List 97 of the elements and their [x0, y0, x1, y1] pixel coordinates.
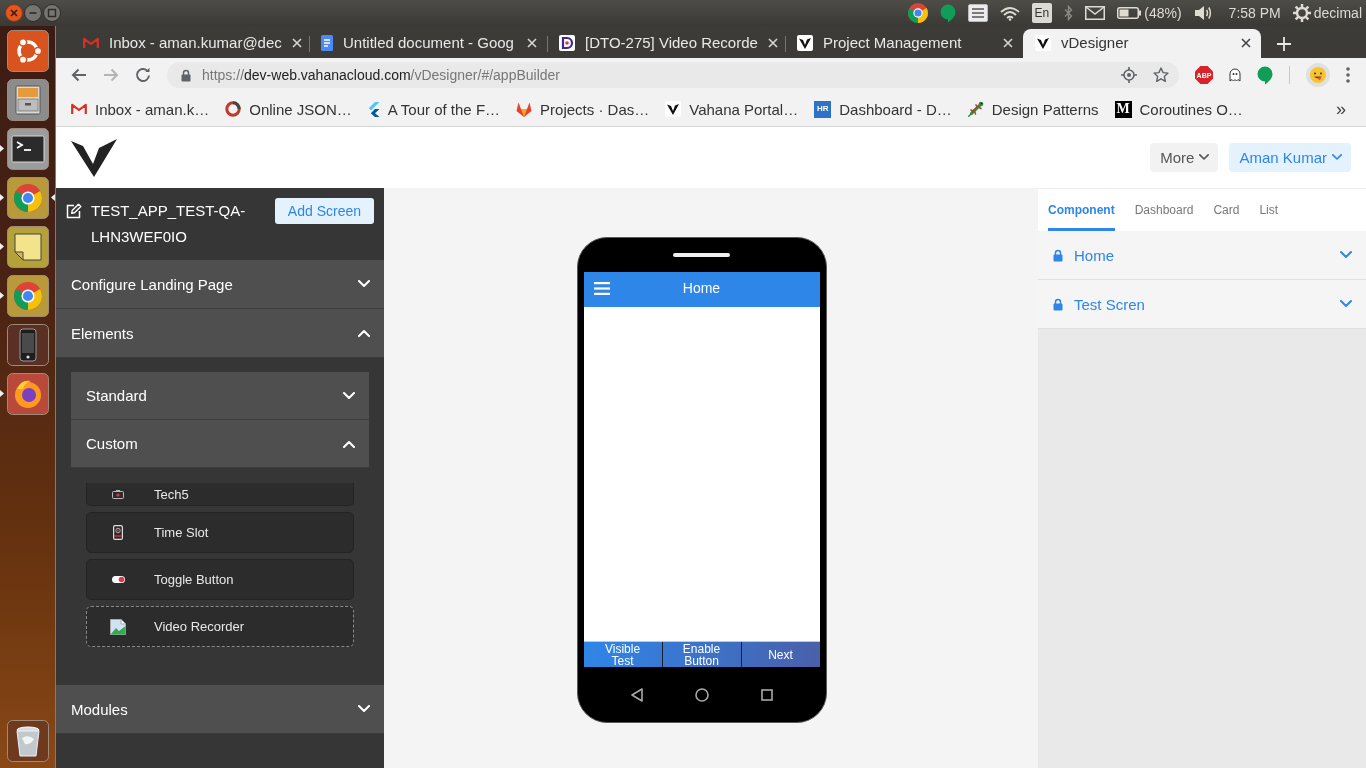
bookmark[interactable]: M Coroutines O… — [1106, 95, 1251, 123]
keyboard-layout-indicator[interactable]: En — [1031, 3, 1053, 23]
location-target-icon[interactable] — [1121, 67, 1137, 83]
footer-button[interactable]: Visible Test — [583, 642, 662, 667]
favicon-badge: M — [1114, 100, 1132, 118]
browser-icon[interactable] — [6, 177, 49, 219]
accordion-header[interactable]: Custom — [71, 420, 369, 468]
favicon-badge: HR — [814, 100, 832, 118]
browser-tab[interactable]: [DTO-275] Video Recorde — [547, 29, 785, 58]
close-icon[interactable] — [1241, 37, 1251, 48]
browser-tab[interactable]: vDesigner — [1023, 29, 1261, 58]
d-logo-icon — [559, 34, 575, 51]
bookmark[interactable]: Online JSON… — [217, 95, 360, 123]
panel-tab[interactable]: Dashboard — [1134, 189, 1194, 231]
bookmark[interactable]: A Tour of the F… — [359, 95, 509, 123]
envelope-icon[interactable] — [1085, 6, 1106, 20]
ghost-icon[interactable] — [1229, 68, 1241, 82]
sticky-note-icon[interactable] — [6, 226, 49, 268]
user-name: decimal — [1313, 5, 1362, 21]
v-logo-icon — [797, 34, 813, 51]
document-icon — [321, 34, 333, 51]
fox-logo-icon — [516, 101, 533, 117]
accordion-header[interactable]: Modules — [56, 685, 384, 734]
address-bar[interactable]: https://dev-web.vahanacloud.com/vDesigner/#/appBuilder — [167, 62, 1179, 88]
settings-icon[interactable] — [1292, 4, 1311, 22]
url-text: https://dev-web.vahanacloud.com/vDesigner/#/appBuilder — [202, 67, 561, 83]
maximize-icon[interactable] — [43, 4, 61, 22]
chevron-down-icon — [1332, 154, 1342, 161]
screen-title: Home — [682, 280, 721, 296]
close-icon[interactable] — [5, 4, 23, 22]
lock-icon — [181, 68, 191, 82]
flame-globe-icon[interactable] — [6, 373, 49, 415]
element-tile[interactable]: Toggle Button — [86, 559, 354, 600]
reload-icon[interactable] — [135, 67, 151, 83]
battery-percentage: (48%) — [1144, 5, 1182, 21]
camera-icon — [112, 489, 124, 499]
trash-icon[interactable] — [6, 720, 49, 762]
ring-icon — [225, 101, 242, 117]
clock: 7:58 PM — [1228, 5, 1281, 21]
bookmark[interactable]: Inbox - aman.k… — [63, 95, 218, 123]
file-cabinet-icon[interactable] — [6, 79, 49, 121]
bookmarks-overflow-button[interactable]: » — [1332, 98, 1350, 120]
new-tab-icon[interactable] — [1277, 36, 1291, 51]
nav-recents-icon[interactable] — [760, 688, 773, 701]
bluetooth-icon[interactable] — [1064, 5, 1074, 21]
panel-tab[interactable]: Card — [1213, 189, 1240, 231]
speaker-volume-icon[interactable] — [1193, 5, 1212, 21]
lizard-icon — [967, 101, 984, 117]
accordion-header[interactable]: Standard — [71, 372, 369, 420]
edit-icon[interactable] — [66, 203, 82, 219]
bookmark[interactable]: Projects · Das… — [508, 95, 658, 123]
browser-tab[interactable]: Inbox - aman.kumar@dec — [71, 29, 309, 58]
star-icon[interactable] — [1153, 67, 1169, 83]
battery-icon[interactable] — [1117, 7, 1142, 19]
accordion-header[interactable]: Elements — [56, 309, 384, 358]
chat-bubble-icon[interactable] — [939, 3, 956, 23]
bookmark[interactable]: Design Patterns — [959, 95, 1107, 123]
browser-tab[interactable]: Project Management — [785, 29, 1023, 58]
wifi-icon[interactable] — [999, 5, 1020, 21]
chevron-logo-icon — [367, 101, 380, 117]
footer-button[interactable]: Enable Button — [662, 642, 741, 667]
back-arrow-icon[interactable] — [71, 68, 87, 82]
kebab-menu-icon[interactable] — [1346, 67, 1350, 83]
terminal-icon[interactable] — [6, 128, 49, 170]
phone-icon[interactable] — [6, 324, 49, 366]
browser-tab[interactable]: Untitled document - Goog — [309, 29, 547, 58]
screen-row[interactable]: Test Scren — [1038, 280, 1366, 329]
mail-icon — [71, 103, 87, 115]
image-icon — [110, 618, 126, 635]
nav-home-icon[interactable] — [694, 687, 709, 702]
footer-button[interactable]: Next — [741, 642, 820, 667]
ring-logo-icon[interactable] — [6, 30, 49, 72]
mail-icon — [83, 36, 99, 49]
element-tile[interactable]: Video Recorder — [86, 606, 354, 647]
toggle-switch-icon — [111, 576, 125, 583]
emoji-avatar-icon[interactable] — [1306, 63, 1330, 87]
bookmark[interactable]: Vahana Portal… — [657, 95, 807, 123]
device-icon — [113, 525, 123, 540]
minimize-icon[interactable] — [24, 4, 42, 22]
chat-bubble-icon[interactable] — [1257, 65, 1273, 85]
panel-tab[interactable]: List — [1259, 189, 1279, 231]
menu-icon[interactable] — [593, 281, 610, 295]
nav-back-icon[interactable] — [630, 687, 643, 702]
app-name: TEST_APP_TEST-QA-LHN3WEF0IO — [91, 201, 247, 247]
speaker-slot-icon — [673, 253, 730, 257]
menu-button[interactable]: More — [1150, 143, 1219, 172]
element-tile[interactable]: Time Slot — [86, 512, 354, 553]
browser-icon[interactable] — [6, 275, 49, 317]
v-logo-icon — [665, 101, 682, 117]
list-icon[interactable] — [967, 4, 988, 22]
v-logo-icon — [1035, 34, 1051, 51]
bookmark[interactable]: HR Dashboard - D… — [806, 95, 960, 123]
chevron-down-icon — [1199, 154, 1210, 161]
accordion-header[interactable]: Configure Landing Page — [56, 260, 384, 309]
element-tile[interactable]: Tech5 — [86, 483, 354, 506]
logo-icon — [71, 138, 117, 177]
browser-icon[interactable] — [907, 3, 928, 23]
